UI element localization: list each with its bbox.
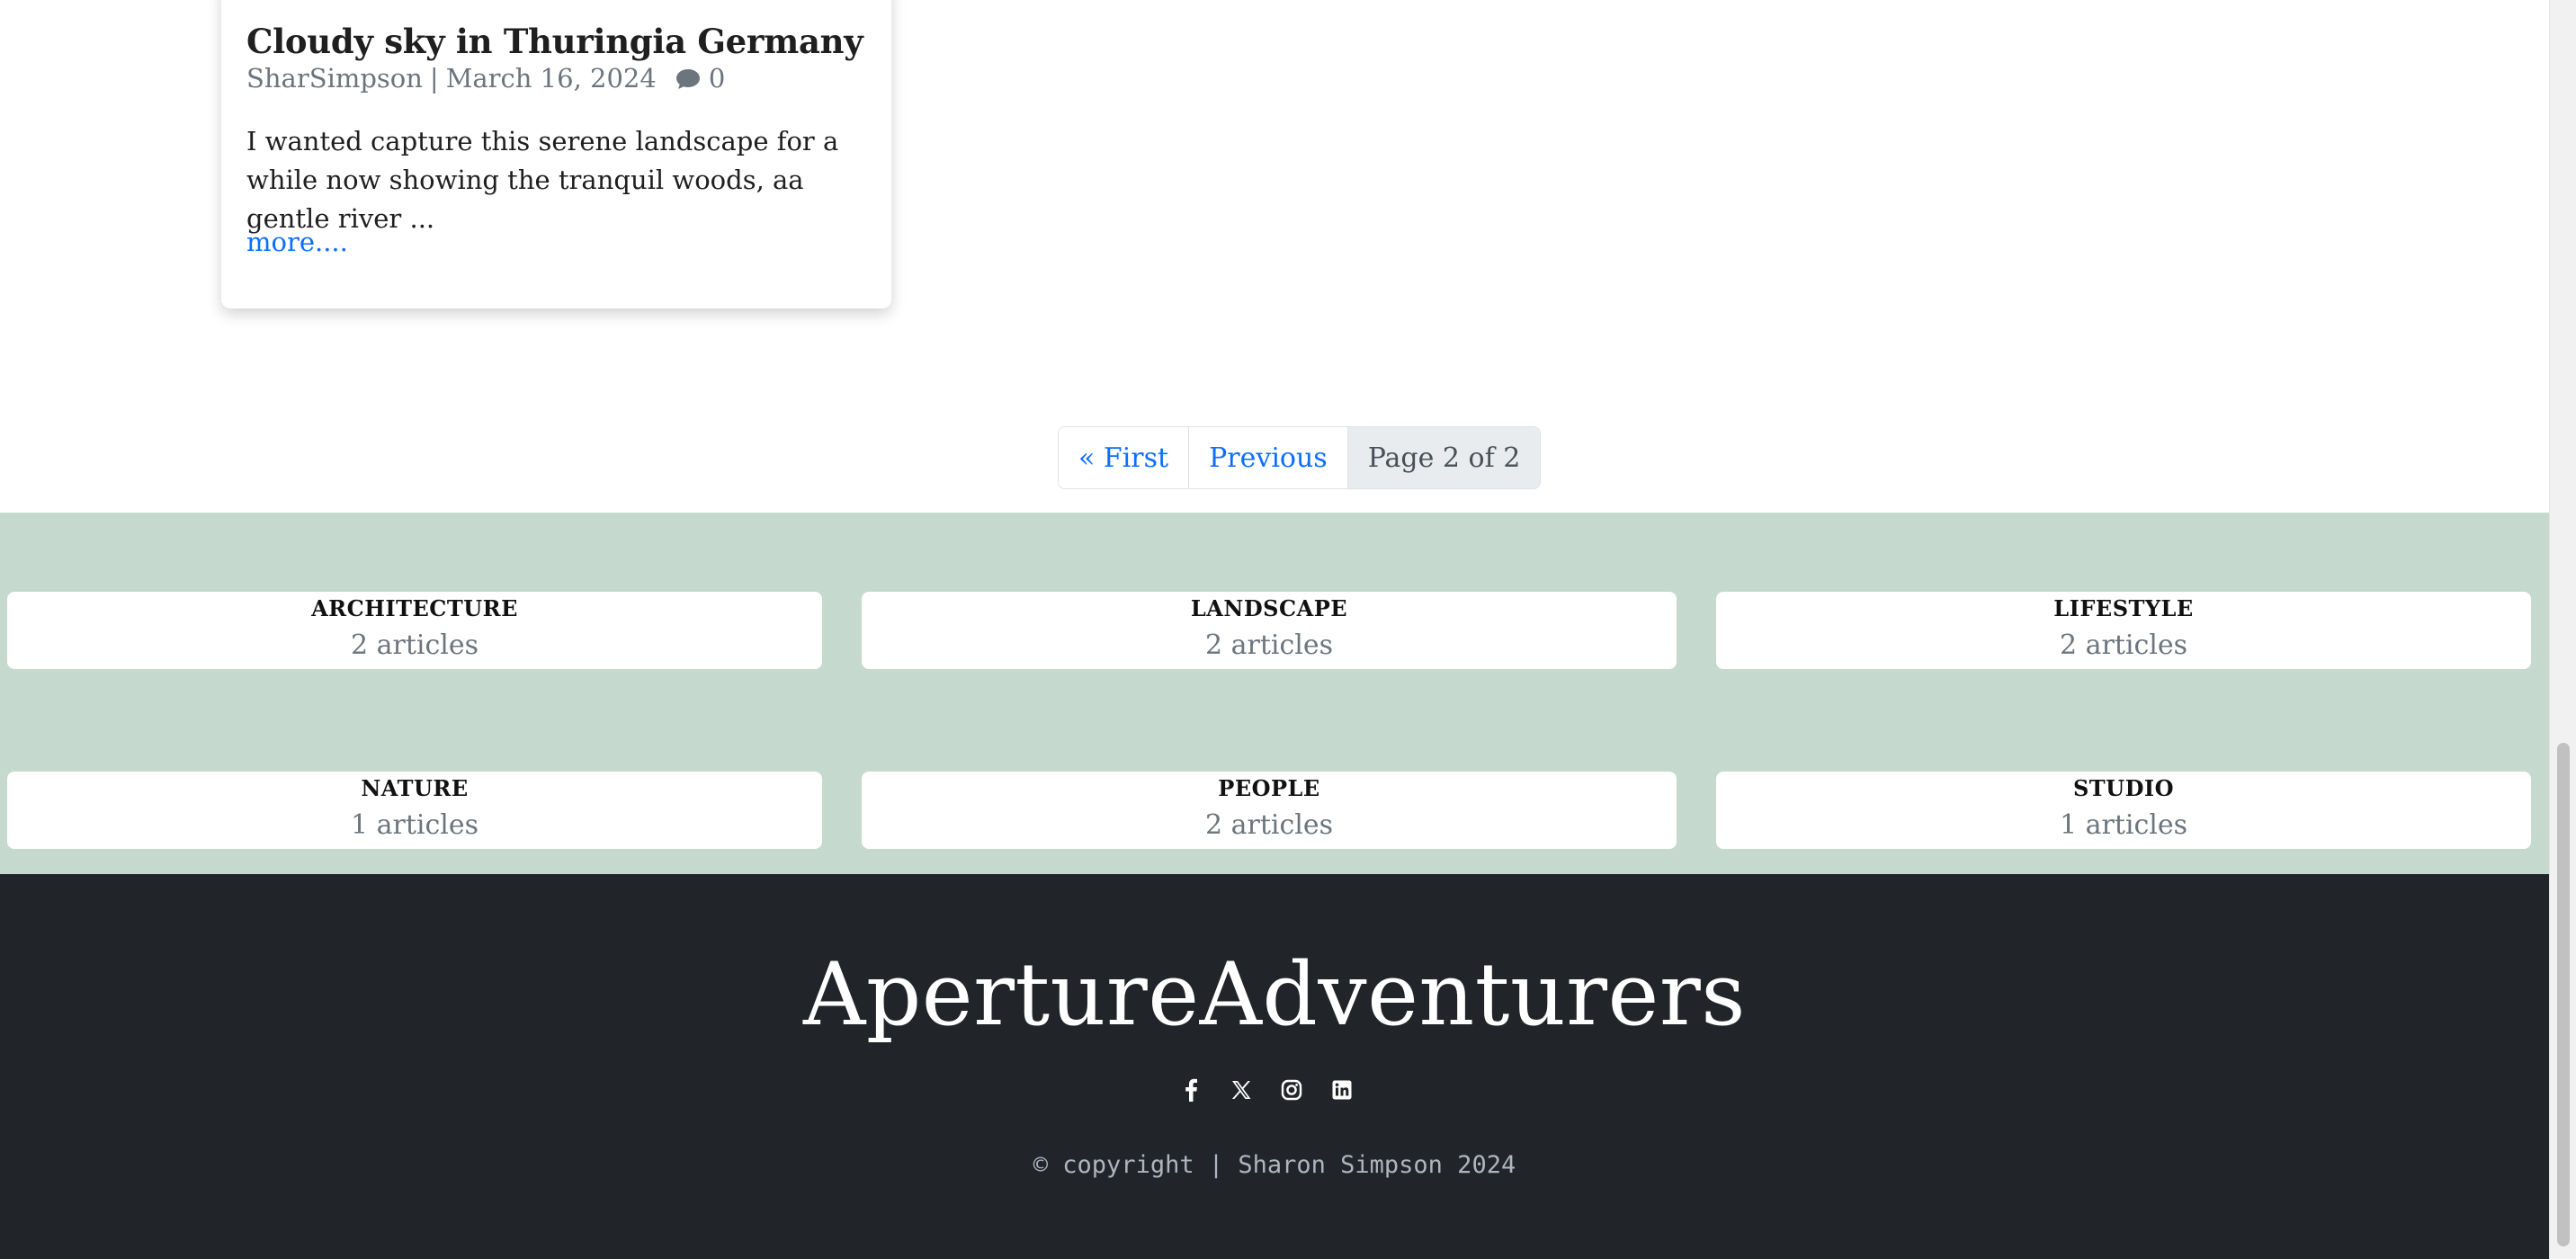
article-date: March 16, 2024 <box>445 63 657 94</box>
pagination-previous[interactable]: Previous <box>1189 427 1348 488</box>
facebook-icon[interactable] <box>1178 1077 1203 1103</box>
category-name: STUDIO <box>2072 775 2175 801</box>
category-card-landscape[interactable]: LANDSCAPE 2 articles <box>862 592 1677 669</box>
page: Cloudy sky in Thuringia Germany SharSimp… <box>0 0 2549 1259</box>
site-footer: ApertureAdventurers © copyright | Sharon… <box>0 874 2549 1259</box>
copyright-text: © copyright | Sharon Simpson 2024 <box>1033 1151 1516 1179</box>
pagination: « First Previous Page 2 of 2 <box>1058 426 1542 489</box>
category-card-studio[interactable]: STUDIO 1 articles <box>1716 772 2531 849</box>
category-name: LIFESTYLE <box>2053 595 2194 621</box>
category-name: PEOPLE <box>1218 775 1320 801</box>
footer-brand[interactable]: ApertureAdventurers <box>0 944 2549 1045</box>
category-name: ARCHITECTURE <box>311 595 518 621</box>
article-title[interactable]: Cloudy sky in Thuringia Germany <box>246 22 863 61</box>
social-links <box>1178 1077 1355 1103</box>
category-count: 2 articles <box>350 630 479 661</box>
category-count: 2 articles <box>1204 809 1334 841</box>
pagination-current: Page 2 of 2 <box>1347 427 1541 488</box>
category-count: 2 articles <box>2059 630 2188 661</box>
instagram-icon[interactable] <box>1279 1077 1304 1103</box>
article-card: Cloudy sky in Thuringia Germany SharSimp… <box>221 0 891 308</box>
scrollbar[interactable] <box>2549 0 2576 1259</box>
pagination-first[interactable]: « First <box>1059 427 1190 488</box>
scrollbar-thumb[interactable] <box>2557 743 2570 1246</box>
comment-icon <box>675 67 702 90</box>
category-count: 1 articles <box>350 809 479 841</box>
linkedin-icon[interactable] <box>1329 1077 1355 1103</box>
read-more-link[interactable]: more.... <box>246 227 348 257</box>
category-count: 1 articles <box>2059 809 2188 841</box>
meta-separator: | <box>429 63 439 94</box>
article-author: SharSimpson <box>246 63 423 94</box>
category-name: NATURE <box>361 775 469 801</box>
article-meta: SharSimpson | March 16, 2024 0 <box>246 63 725 94</box>
article-excerpt: I wanted capture this serene landscape f… <box>246 126 839 234</box>
category-name: LANDSCAPE <box>1190 595 1348 621</box>
category-card-architecture[interactable]: ARCHITECTURE 2 articles <box>7 592 822 669</box>
category-card-people[interactable]: PEOPLE 2 articles <box>862 772 1677 849</box>
x-twitter-icon[interactable] <box>1229 1077 1254 1103</box>
category-count: 2 articles <box>1204 630 1334 661</box>
categories-section: ARCHITECTURE 2 articles LANDSCAPE 2 arti… <box>0 513 2549 874</box>
category-card-nature[interactable]: NATURE 1 articles <box>7 772 822 849</box>
category-card-lifestyle[interactable]: LIFESTYLE 2 articles <box>1716 592 2531 669</box>
comment-count: 0 <box>708 63 726 94</box>
